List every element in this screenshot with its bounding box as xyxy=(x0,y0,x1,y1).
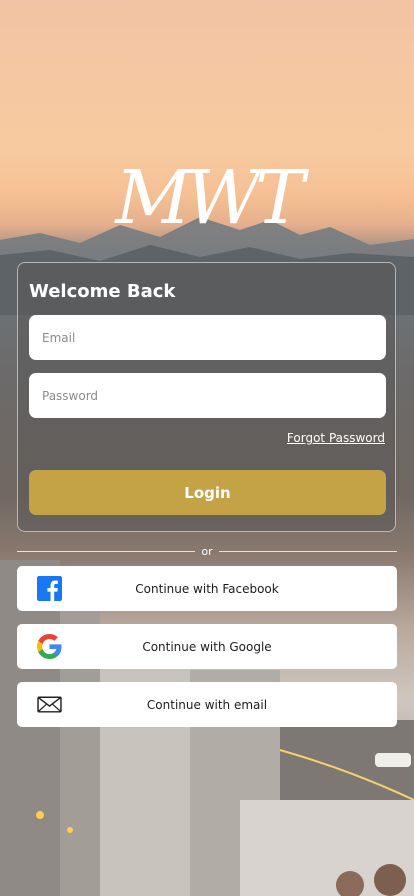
continue-with-email-button[interactable]: Continue with email xyxy=(17,682,397,727)
continue-with-google-button[interactable]: Continue with Google xyxy=(17,624,397,669)
password-field[interactable] xyxy=(29,373,386,418)
login-card: Welcome Back Forgot Password Login xyxy=(17,262,396,532)
continue-with-facebook-button[interactable]: Continue with Facebook xyxy=(17,566,397,611)
facebook-button-label: Continue with Facebook xyxy=(135,581,279,596)
divider-line-right xyxy=(218,550,398,552)
google-button-label: Continue with Google xyxy=(142,639,272,654)
forgot-password-link[interactable]: Forgot Password xyxy=(287,431,385,445)
login-button-label: Login xyxy=(184,483,231,502)
divider-line-left xyxy=(17,550,196,552)
divider-text: or xyxy=(201,544,213,558)
mwt-logo: MWT xyxy=(115,155,304,241)
email-button-label: Continue with email xyxy=(146,697,268,712)
card-title: Welcome Back xyxy=(29,281,176,302)
login-button[interactable]: Login xyxy=(29,470,386,515)
email-field[interactable] xyxy=(29,315,386,360)
or-divider: or xyxy=(17,543,398,559)
